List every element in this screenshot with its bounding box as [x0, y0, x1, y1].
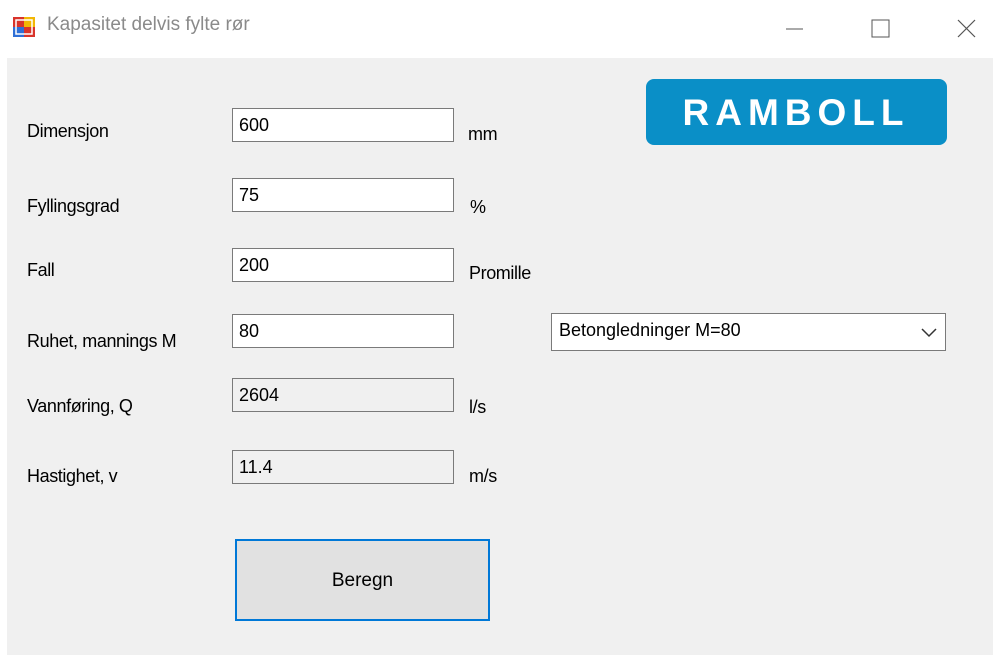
vannforing-unit: l/s: [469, 397, 486, 417]
ramboll-logo: RAMBOLL: [646, 79, 947, 145]
material-select-value: Betongledninger M=80: [559, 320, 741, 340]
hastighet-output: [232, 450, 454, 484]
hastighet-unit: m/s: [469, 466, 497, 486]
window-title: Kapasitet delvis fylte rør: [47, 14, 250, 35]
dimensjon-label: Dimensjon: [27, 121, 109, 141]
beregn-button-label: Beregn: [331, 570, 394, 591]
fall-unit: Promille: [469, 263, 531, 283]
hastighet-label: Hastighet, v: [27, 466, 118, 486]
fyllingsgrad-label: Fyllingsgrad: [27, 196, 120, 216]
material-select[interactable]: Betongledninger M=80: [551, 313, 946, 351]
ruhet-input[interactable]: [232, 314, 454, 348]
fall-input[interactable]: [232, 248, 454, 282]
form-client-area: [7, 58, 993, 655]
vannforing-output: [232, 378, 454, 412]
vannforing-label: Vannføring, Q: [27, 396, 133, 416]
maximize-button[interactable]: [860, 8, 900, 48]
app-icon: [13, 17, 35, 37]
ramboll-logo-mark: RAMBOLL: [683, 92, 910, 133]
minimize-button[interactable]: [776, 8, 816, 48]
close-button[interactable]: [946, 8, 986, 48]
maximize-icon: [871, 19, 890, 38]
chevron-down-icon[interactable]: [921, 326, 937, 338]
fall-label: Fall: [27, 260, 55, 280]
logo-text: RAMBOLL: [683, 92, 910, 133]
fyllingsgrad-input[interactable]: [232, 178, 454, 212]
fyllingsgrad-unit: %: [470, 197, 486, 217]
dimensjon-unit: mm: [468, 124, 498, 144]
minimize-icon: [786, 28, 803, 30]
dimensjon-input[interactable]: [232, 108, 454, 142]
close-icon: [957, 19, 976, 38]
ruhet-label: Ruhet, mannings M: [27, 331, 177, 351]
beregn-button[interactable]: Beregn: [235, 539, 490, 621]
title-bar: Kapasitet delvis fylte rør: [0, 0, 993, 58]
